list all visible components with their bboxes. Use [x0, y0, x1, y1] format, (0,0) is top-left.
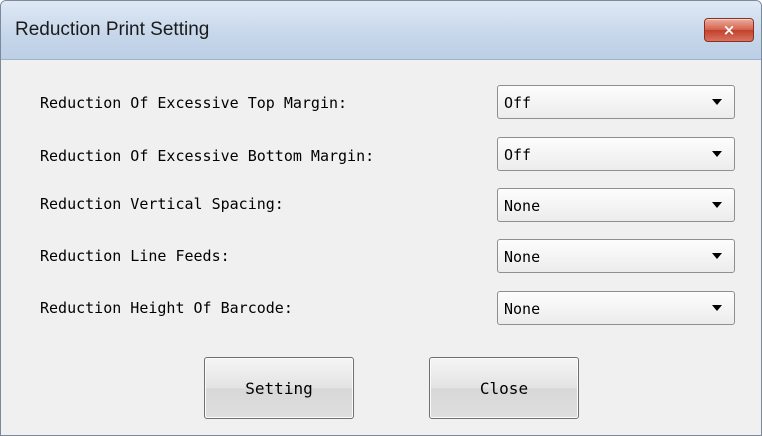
setting-button[interactable]: Setting: [204, 357, 354, 419]
barcode-height-select[interactable]: None: [497, 291, 735, 325]
title-bar[interactable]: Reduction Print Setting ×: [1, 1, 761, 60]
top-margin-label: Reduction Of Excessive Top Margin:: [40, 94, 348, 112]
close-button[interactable]: Close: [429, 357, 579, 419]
chevron-down-icon: [712, 151, 722, 157]
line-feeds-label: Reduction Line Feeds:: [40, 247, 230, 265]
chevron-down-icon: [712, 253, 722, 259]
barcode-height-value: None: [504, 300, 541, 318]
close-icon: ×: [722, 21, 736, 39]
vertical-spacing-label: Reduction Vertical Spacing:: [40, 195, 284, 213]
setting-button-label: Setting: [245, 378, 313, 398]
dialog-content: Reduction Of Excessive Top Margin: Off R…: [7, 65, 755, 429]
chevron-down-icon: [712, 99, 722, 105]
reduction-print-setting-dialog: Reduction Print Setting × Reduction Of E…: [0, 0, 762, 436]
barcode-height-label: Reduction Height Of Barcode:: [40, 299, 293, 317]
chevron-down-icon: [712, 305, 722, 311]
top-margin-value: Off: [504, 94, 532, 112]
vertical-spacing-value: None: [504, 197, 541, 215]
window-title: Reduction Print Setting: [15, 19, 210, 40]
vertical-spacing-select[interactable]: None: [497, 188, 735, 222]
window-close-button[interactable]: ×: [704, 18, 754, 42]
line-feeds-select[interactable]: None: [497, 239, 735, 273]
top-margin-select[interactable]: Off: [497, 85, 735, 119]
bottom-margin-select[interactable]: Off: [497, 137, 735, 171]
close-button-label: Close: [479, 378, 529, 398]
line-feeds-value: None: [504, 248, 541, 266]
bottom-margin-value: Off: [504, 146, 532, 164]
chevron-down-icon: [712, 202, 722, 208]
bottom-margin-label: Reduction Of Excessive Bottom Margin:: [40, 147, 375, 165]
